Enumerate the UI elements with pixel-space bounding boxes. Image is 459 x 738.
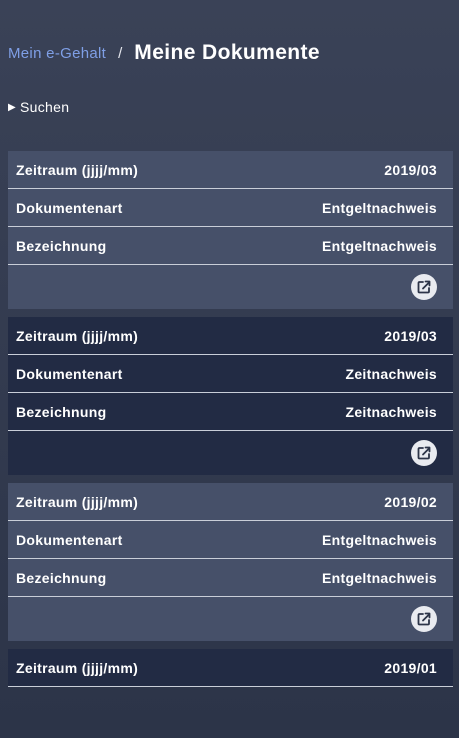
bezeichnung-label: Bezeichnung (16, 403, 107, 420)
breadcrumb-link-mein-e-gehalt[interactable]: Mein e-Gehalt (8, 45, 106, 62)
search-toggle[interactable]: ▶ Suchen (8, 97, 69, 117)
document-row-dokumentenart: Dokumentenart Entgeltnachweis (8, 521, 453, 559)
document-actions (8, 597, 453, 641)
open-document-button[interactable] (411, 440, 437, 466)
document-card: Zeitraum (jjjj/mm) 2019/02 Dokumentenart… (8, 483, 453, 641)
open-external-icon (417, 280, 431, 294)
page-title: Meine Dokumente (134, 41, 320, 64)
open-document-button[interactable] (411, 274, 437, 300)
dokumentenart-value: Zeitnachweis (345, 365, 437, 382)
document-row-zeitraum: Zeitraum (jjjj/mm) 2019/02 (8, 483, 453, 521)
document-row-dokumentenart: Dokumentenart Entgeltnachweis (8, 189, 453, 227)
document-card: Zeitraum (jjjj/mm) 2019/03 Dokumentenart… (8, 151, 453, 309)
document-row-dokumentenart: Dokumentenart Zeitnachweis (8, 355, 453, 393)
dokumentenart-label: Dokumentenart (16, 365, 123, 382)
bezeichnung-value: Zeitnachweis (345, 403, 437, 420)
zeitraum-label: Zeitraum (jjjj/mm) (16, 659, 139, 676)
open-external-icon (417, 446, 431, 460)
dokumentenart-label: Dokumentenart (16, 531, 123, 548)
document-row-zeitraum: Zeitraum (jjjj/mm) 2019/03 (8, 317, 453, 355)
bezeichnung-label: Bezeichnung (16, 569, 107, 586)
dokumentenart-value: Entgeltnachweis (322, 531, 437, 548)
zeitraum-value: 2019/03 (384, 327, 437, 344)
zeitraum-label: Zeitraum (jjjj/mm) (16, 493, 139, 510)
document-card: Zeitraum (jjjj/mm) 2019/03 Dokumentenart… (8, 317, 453, 475)
document-card: Zeitraum (jjjj/mm) 2019/01 (8, 649, 453, 687)
breadcrumb: Mein e-Gehalt / Meine Dokumente (8, 38, 320, 68)
bezeichnung-label: Bezeichnung (16, 237, 107, 254)
triangle-right-icon: ▶ (8, 101, 16, 113)
dokumentenart-label: Dokumentenart (16, 199, 123, 216)
zeitraum-value: 2019/03 (384, 161, 437, 178)
document-row-zeitraum: Zeitraum (jjjj/mm) 2019/03 (8, 151, 453, 189)
document-actions (8, 431, 453, 475)
zeitraum-label: Zeitraum (jjjj/mm) (16, 161, 139, 178)
document-list: Zeitraum (jjjj/mm) 2019/03 Dokumentenart… (8, 151, 453, 695)
zeitraum-value: 2019/01 (384, 659, 437, 676)
zeitraum-label: Zeitraum (jjjj/mm) (16, 327, 139, 344)
open-document-button[interactable] (411, 606, 437, 632)
document-actions (8, 265, 453, 309)
open-external-icon (417, 612, 431, 626)
search-toggle-label: Suchen (20, 99, 70, 115)
document-row-bezeichnung: Bezeichnung Zeitnachweis (8, 393, 453, 431)
document-row-bezeichnung: Bezeichnung Entgeltnachweis (8, 559, 453, 597)
document-row-zeitraum: Zeitraum (jjjj/mm) 2019/01 (8, 649, 453, 687)
breadcrumb-separator: / (118, 44, 123, 62)
zeitraum-value: 2019/02 (384, 493, 437, 510)
bezeichnung-value: Entgeltnachweis (322, 237, 437, 254)
dokumentenart-value: Entgeltnachweis (322, 199, 437, 216)
document-row-bezeichnung: Bezeichnung Entgeltnachweis (8, 227, 453, 265)
bezeichnung-value: Entgeltnachweis (322, 569, 437, 586)
